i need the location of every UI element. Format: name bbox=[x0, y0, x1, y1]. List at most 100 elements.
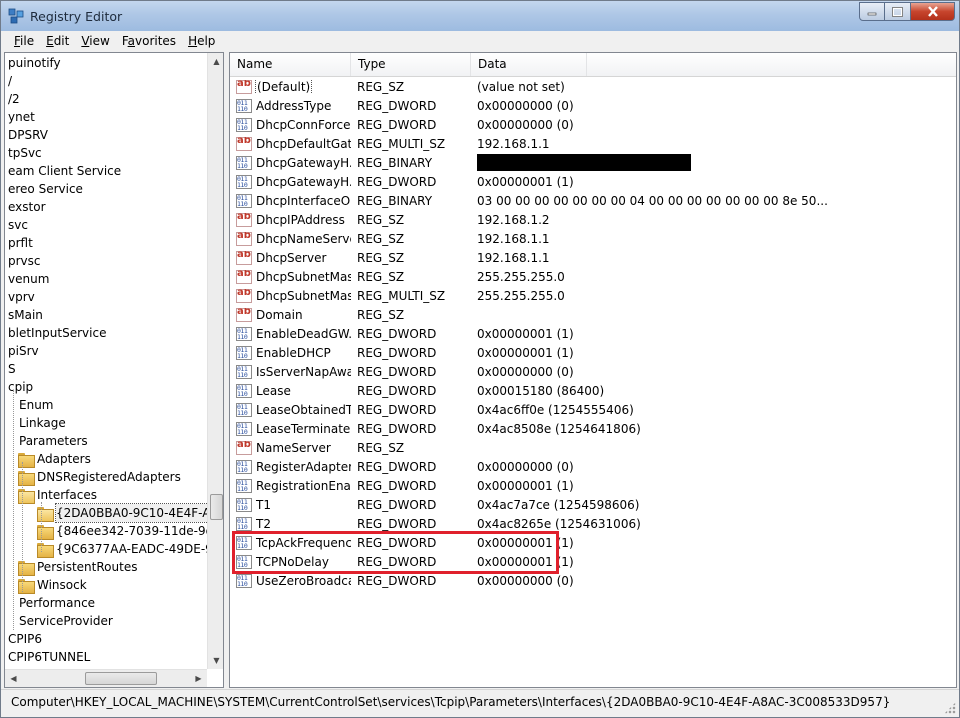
value-name: DhcpIPAddress bbox=[256, 212, 345, 227]
tree-item[interactable]: prvsc bbox=[8, 252, 41, 270]
tree-item[interactable]: eam Client Service bbox=[8, 162, 121, 180]
resize-grip-icon[interactable] bbox=[944, 702, 956, 714]
value-row[interactable]: EnableDHCP REG_DWORD 0x00000001 (1) bbox=[230, 343, 956, 362]
value-row[interactable]: DhcpNameServer REG_SZ 192.168.1.1 bbox=[230, 229, 956, 248]
menu-view[interactable]: View bbox=[75, 31, 115, 51]
tree-item[interactable]: tpSvc bbox=[8, 144, 42, 162]
tree-item[interactable]: ereo Service bbox=[8, 180, 83, 198]
value-row[interactable]: NameServer REG_SZ bbox=[230, 438, 956, 457]
value-row[interactable]: RegisterAdapter... REG_DWORD 0x00000000 (0… bbox=[230, 457, 956, 476]
column-header-data[interactable]: Data bbox=[471, 53, 587, 76]
column-header-name[interactable]: Name bbox=[230, 53, 351, 76]
tree-item-label: exstor bbox=[8, 200, 46, 214]
binary-value-icon bbox=[236, 193, 252, 208]
tree-item[interactable]: Interfaces bbox=[18, 486, 97, 504]
scroll-up-arrow-icon[interactable]: ▲ bbox=[208, 53, 223, 70]
value-row[interactable]: RegistrationEna... REG_DWORD 0x00000001 (1… bbox=[230, 476, 956, 495]
menu-help[interactable]: Help bbox=[182, 31, 221, 51]
title-bar[interactable]: Registry Editor bbox=[1, 1, 959, 31]
value-row[interactable]: UseZeroBroadcast REG_DWORD 0x00000000 (0) bbox=[230, 571, 956, 590]
tree-item[interactable]: Winsock bbox=[18, 576, 87, 594]
close-button[interactable] bbox=[911, 2, 955, 21]
tree-item[interactable]: ynet bbox=[8, 108, 35, 126]
tree-item[interactable]: exstor bbox=[8, 198, 46, 216]
menu-file[interactable]: File bbox=[8, 31, 40, 51]
value-row[interactable]: (Default) REG_SZ (value not set) bbox=[230, 77, 956, 96]
value-row[interactable]: DhcpDefaultGat... REG_MULTI_SZ 192.168.1.1 bbox=[230, 134, 956, 153]
tree-item[interactable]: piSrv bbox=[8, 342, 39, 360]
tree-item[interactable]: puinotify bbox=[8, 54, 61, 72]
tree-vertical-scroll-thumb[interactable] bbox=[210, 494, 223, 520]
value-row[interactable]: IsServerNapAware REG_DWORD 0x00000000 (0) bbox=[230, 362, 956, 381]
value-row[interactable]: TCPNoDelay REG_DWORD 0x00000001 (1) bbox=[230, 552, 956, 571]
value-row[interactable]: DhcpGatewayH... REG_BINARY bbox=[230, 153, 956, 172]
tree-item[interactable]: ServiceProvider bbox=[19, 612, 113, 630]
value-row[interactable]: T1 REG_DWORD 0x4ac7a7ce (1254598606) bbox=[230, 495, 956, 514]
tree-item[interactable]: DPSRV bbox=[8, 126, 48, 144]
scroll-right-arrow-icon[interactable]: ▶ bbox=[190, 670, 207, 687]
folder-icon bbox=[18, 578, 35, 594]
tree-item-label: prvsc bbox=[8, 254, 41, 268]
tree-item[interactable]: S bbox=[8, 360, 16, 378]
tree-vertical-scrollbar[interactable]: ▲ ▼ bbox=[207, 53, 223, 669]
string-value-icon bbox=[236, 288, 252, 303]
binary-value-icon bbox=[236, 174, 252, 189]
tree-item[interactable]: /2 bbox=[8, 90, 20, 108]
value-name: T1 bbox=[256, 497, 271, 512]
scroll-left-arrow-icon[interactable]: ◀ bbox=[5, 670, 22, 687]
value-row[interactable]: Lease REG_DWORD 0x00015180 (86400) bbox=[230, 381, 956, 400]
key-tree-pane[interactable]: puinotify / /2 ynet DPSRV tpSvc eam Client Ser… bbox=[4, 52, 224, 688]
tree-item[interactable]: Enum bbox=[19, 396, 53, 414]
scroll-down-arrow-icon[interactable]: ▼ bbox=[208, 652, 223, 669]
value-row[interactable]: Domain REG_SZ bbox=[230, 305, 956, 324]
maximize-button[interactable] bbox=[885, 2, 911, 21]
tree-item[interactable]: CPIP6 bbox=[8, 630, 42, 648]
value-row[interactable]: EnableDeadGW... REG_DWORD 0x00000001 (1) bbox=[230, 324, 956, 343]
value-row[interactable]: DhcpGatewayH... REG_DWORD 0x00000001 (1) bbox=[230, 172, 956, 191]
value-row[interactable]: AddressType REG_DWORD 0x00000000 (0) bbox=[230, 96, 956, 115]
value-row[interactable]: DhcpIPAddress REG_SZ 192.168.1.2 bbox=[230, 210, 956, 229]
binary-value-icon bbox=[236, 383, 252, 398]
tree-horizontal-scrollbar[interactable]: ◀ ▶ bbox=[5, 669, 207, 687]
tree-item[interactable]: vprv bbox=[8, 288, 35, 306]
value-row[interactable]: DhcpInterfaceO... REG_BINARY 03 00 00 00 0… bbox=[230, 191, 956, 210]
value-row[interactable]: T2 REG_DWORD 0x4ac8265e (1254631006) bbox=[230, 514, 956, 533]
tree-item[interactable]: {846ee342-7039-11de-9d20-806e6f6e6963} bbox=[37, 522, 207, 540]
tree-item[interactable]: CPIP6TUNNEL bbox=[8, 648, 90, 666]
tree-item[interactable]: Performance bbox=[19, 594, 95, 612]
tree-item[interactable]: {9C6377AA-EADC-49DE-93D8-D2E5F2D4C5BA} bbox=[37, 540, 207, 558]
column-header-type[interactable]: Type bbox=[351, 53, 471, 76]
value-row[interactable]: DhcpSubnetMask REG_SZ 255.255.255.0 bbox=[230, 267, 956, 286]
tree-item[interactable]: sMain bbox=[8, 306, 43, 324]
value-name: DhcpInterfaceO... bbox=[256, 193, 351, 208]
tree-item-label: ServiceProvider bbox=[19, 614, 113, 628]
key-tree[interactable]: puinotify / /2 ynet DPSRV tpSvc eam Client Ser… bbox=[5, 53, 207, 669]
tree-horizontal-scroll-thumb[interactable] bbox=[85, 672, 157, 685]
tree-item[interactable]: Adapters bbox=[18, 450, 91, 468]
value-name: TcpAckFrequency bbox=[256, 535, 351, 550]
tree-item[interactable]: bletInputService bbox=[8, 324, 106, 342]
tree-item[interactable]: / bbox=[8, 72, 12, 90]
value-row[interactable]: LeaseObtainedT... REG_DWORD 0x4ac6ff0e (12… bbox=[230, 400, 956, 419]
tree-item[interactable]: prflt bbox=[8, 234, 33, 252]
tree-item[interactable]: PersistentRoutes bbox=[18, 558, 137, 576]
value-row[interactable]: DhcpSubnetMas... REG_MULTI_SZ 255.255.255.… bbox=[230, 286, 956, 305]
tree-item-label: ynet bbox=[8, 110, 35, 124]
value-row[interactable]: LeaseTerminate... REG_DWORD 0x4ac8508e (12… bbox=[230, 419, 956, 438]
values-list-pane[interactable]: Name Type Data (Default) REG_SZ (value not… bbox=[229, 52, 957, 688]
maximize-icon bbox=[892, 6, 903, 17]
minimize-button[interactable] bbox=[859, 2, 885, 21]
value-row[interactable]: DhcpConnForce... REG_DWORD 0x00000000 (0) bbox=[230, 115, 956, 134]
tree-item[interactable]: svc bbox=[8, 216, 28, 234]
tree-item-label: Parameters bbox=[19, 434, 88, 448]
tree-item[interactable]: DNSRegisteredAdapters bbox=[18, 468, 181, 486]
tree-item[interactable]: Parameters bbox=[19, 432, 88, 450]
menu-edit[interactable]: Edit bbox=[40, 31, 75, 51]
tree-item[interactable]: venum bbox=[8, 270, 49, 288]
tree-item[interactable]: Linkage bbox=[19, 414, 66, 432]
value-row[interactable]: DhcpServer REG_SZ 192.168.1.1 bbox=[230, 248, 956, 267]
tree-item[interactable]: cpip bbox=[8, 378, 33, 396]
menu-favorites[interactable]: Favorites bbox=[116, 31, 182, 51]
tree-item[interactable]: {2DA0BBA0-9C10-4E4F-A8AC-3C008533D957} bbox=[37, 503, 207, 523]
value-row[interactable]: TcpAckFrequency REG_DWORD 0x00000001 (1) bbox=[230, 533, 956, 552]
